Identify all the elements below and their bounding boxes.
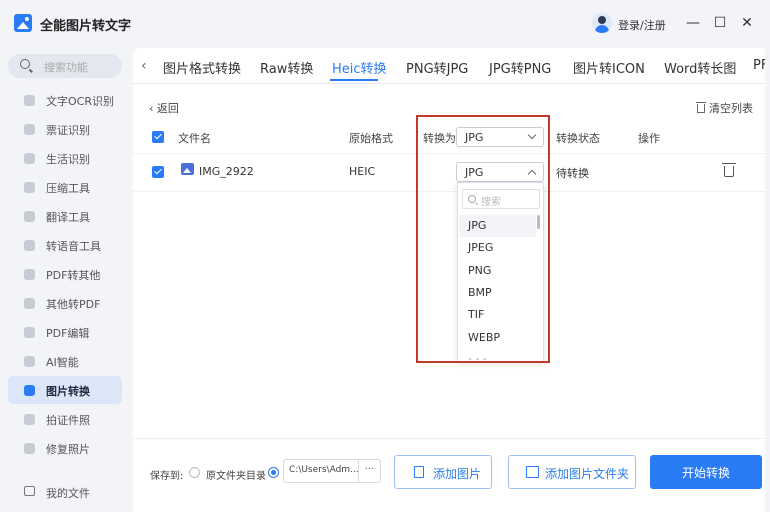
tab-word-to-long-image[interactable]: Word转长图 [664,58,736,77]
sidebar-item-other-to-pdf[interactable]: 其他转PDF [8,289,122,317]
header-status: 转换状态 [556,132,600,145]
maximize-button[interactable]: ☐ [709,12,731,34]
sidebar-item-label: PDF编辑 [46,327,90,340]
tab-png-to-jpg[interactable]: PNG转JPG [406,58,468,77]
minimize-button[interactable]: — [682,12,704,34]
image-file-icon [181,163,194,175]
save-path-value: C:\Users\Adm... [289,465,359,475]
add-folder-label: 添加图片文件夹 [545,467,630,481]
search-icon [20,59,30,69]
add-image-icon [414,466,424,478]
ai-icon [24,356,35,367]
tab-raw[interactable]: Raw转换 [260,58,313,77]
sidebar-item-image-convert[interactable]: 图片转换 [8,376,122,404]
sidebar-item-label: 票证识别 [46,124,90,137]
header-original-format: 原始格式 [349,132,393,145]
sidebar-item-compress[interactable]: 压缩工具 [8,173,122,201]
header-filename: 文件名 [178,132,211,145]
app-title: 全能图片转文字 [40,19,132,34]
tab-heic[interactable]: Heic转换 [332,58,387,77]
sidebar-item-ai[interactable]: AI智能 [8,347,122,375]
radio-original-folder-label: 原文件夹目录 [206,471,266,482]
sidebar-item-pdf-to-other[interactable]: PDF转其他 [8,260,122,288]
sidebar-item-label: 文字OCR识别 [46,95,114,108]
sidebar-item-label: 其他转PDF [46,298,101,311]
save-path-input[interactable]: C:\Users\Adm... ··· [283,459,381,483]
ticket-icon [24,124,35,135]
sidebar-search-input[interactable]: 搜索功能 [8,54,122,78]
row-original-format: HEIC [349,165,376,178]
translate-icon [24,211,35,222]
sidebar-item-repair-photo[interactable]: 修复照片 [8,434,122,462]
sidebar-item-label: 压缩工具 [46,182,90,195]
back-button[interactable]: ‹ 返回 [149,100,179,116]
add-image-button[interactable]: 添加图片 [394,455,492,489]
radio-custom-path[interactable] [268,467,279,478]
sidebar-item-label: 我的文件 [46,487,90,500]
sidebar-item-pdf-edit[interactable]: PDF编辑 [8,318,122,346]
sidebar-item-tts[interactable]: 转语音工具 [8,231,122,259]
sidebar-item-id-photo[interactable]: 拍证件照 [8,405,122,433]
tab-jpg-to-png[interactable]: JPG转PNG [489,58,551,77]
delete-row-icon[interactable] [722,163,736,177]
sidebar-item-ticket[interactable]: 票证识别 [8,115,122,143]
sidebar-item-label: 转语音工具 [46,240,101,253]
sidebar-search-placeholder: 搜索功能 [44,61,88,74]
sidebar-item-label: PDF转其他 [46,269,101,282]
id-photo-icon [24,414,35,425]
trash-icon [696,102,706,113]
save-to-label: 保存到: [150,471,184,482]
row-filename: IMG_2922 [199,165,254,178]
repair-icon [24,443,35,454]
text-ocr-icon [24,95,35,106]
row-checkbox[interactable] [152,166,164,178]
sidebar-item-label: 拍证件照 [46,414,90,427]
browse-button[interactable]: ··· [358,460,380,482]
highlight-annotation [416,115,550,363]
clear-list-label: 清空列表 [709,102,753,115]
active-tab-indicator [330,79,378,81]
tab-image-format[interactable]: 图片格式转换 [163,58,241,77]
sidebar-item-label: 翻译工具 [46,211,90,224]
sidebar-item-my-files[interactable]: 我的文件 [8,480,122,504]
speech-icon [24,240,35,251]
sidebar-item-ocr[interactable]: 文字OCR识别 [8,86,122,114]
sidebar-item-translate[interactable]: 翻译工具 [8,202,122,230]
clear-list-button[interactable]: 清空列表 [696,100,753,116]
tab-overflow[interactable]: PF [753,58,765,73]
folder-icon [24,486,35,496]
add-folder-button[interactable]: 添加图片文件夹 [508,455,636,489]
sidebar-item-label: 修复照片 [46,443,90,456]
start-convert-button[interactable]: 开始转换 [650,455,762,489]
sidebar-item-life[interactable]: 生活识别 [8,144,122,172]
title-bar: 全能图片转文字 登录/注册 — ☐ ✕ [0,0,770,48]
sidebar-item-label: AI智能 [46,356,79,369]
avatar-icon[interactable] [592,13,612,33]
login-register-link[interactable]: 登录/注册 [618,17,666,33]
close-button[interactable]: ✕ [736,12,758,34]
add-image-label: 添加图片 [433,467,482,481]
folder-icon [526,466,539,478]
header-action: 操作 [638,132,660,145]
pdf-edit-icon [24,327,35,338]
sidebar-item-label: 生活识别 [46,153,90,166]
radio-original-folder[interactable] [189,467,200,478]
row-status: 待转换 [556,167,589,180]
pdf-icon [24,269,35,280]
tab-image-to-icon[interactable]: 图片转ICON [573,58,645,77]
back-label: 返回 [156,102,179,115]
convert-pdf-icon [24,298,35,309]
app-logo-icon [14,14,32,32]
sidebar: 搜索功能 文字OCR识别 票证识别 生活识别 压缩工具 翻译工具 转语音工具 P… [0,48,130,512]
bottom-bar: 保存到: 原文件夹目录 C:\Users\Adm... ··· 添加图片 添加图… [133,438,765,512]
start-convert-label: 开始转换 [681,466,730,480]
compress-icon [24,182,35,193]
select-all-checkbox[interactable] [152,131,164,143]
chevron-left-icon[interactable]: ‹ [141,58,157,74]
image-icon [24,385,35,396]
pen-icon [24,153,35,164]
tab-bar: ‹ 图片格式转换 Raw转换 Heic转换 PNG转JPG JPG转PNG 图片… [133,48,765,84]
sidebar-item-label: 图片转换 [46,385,90,398]
